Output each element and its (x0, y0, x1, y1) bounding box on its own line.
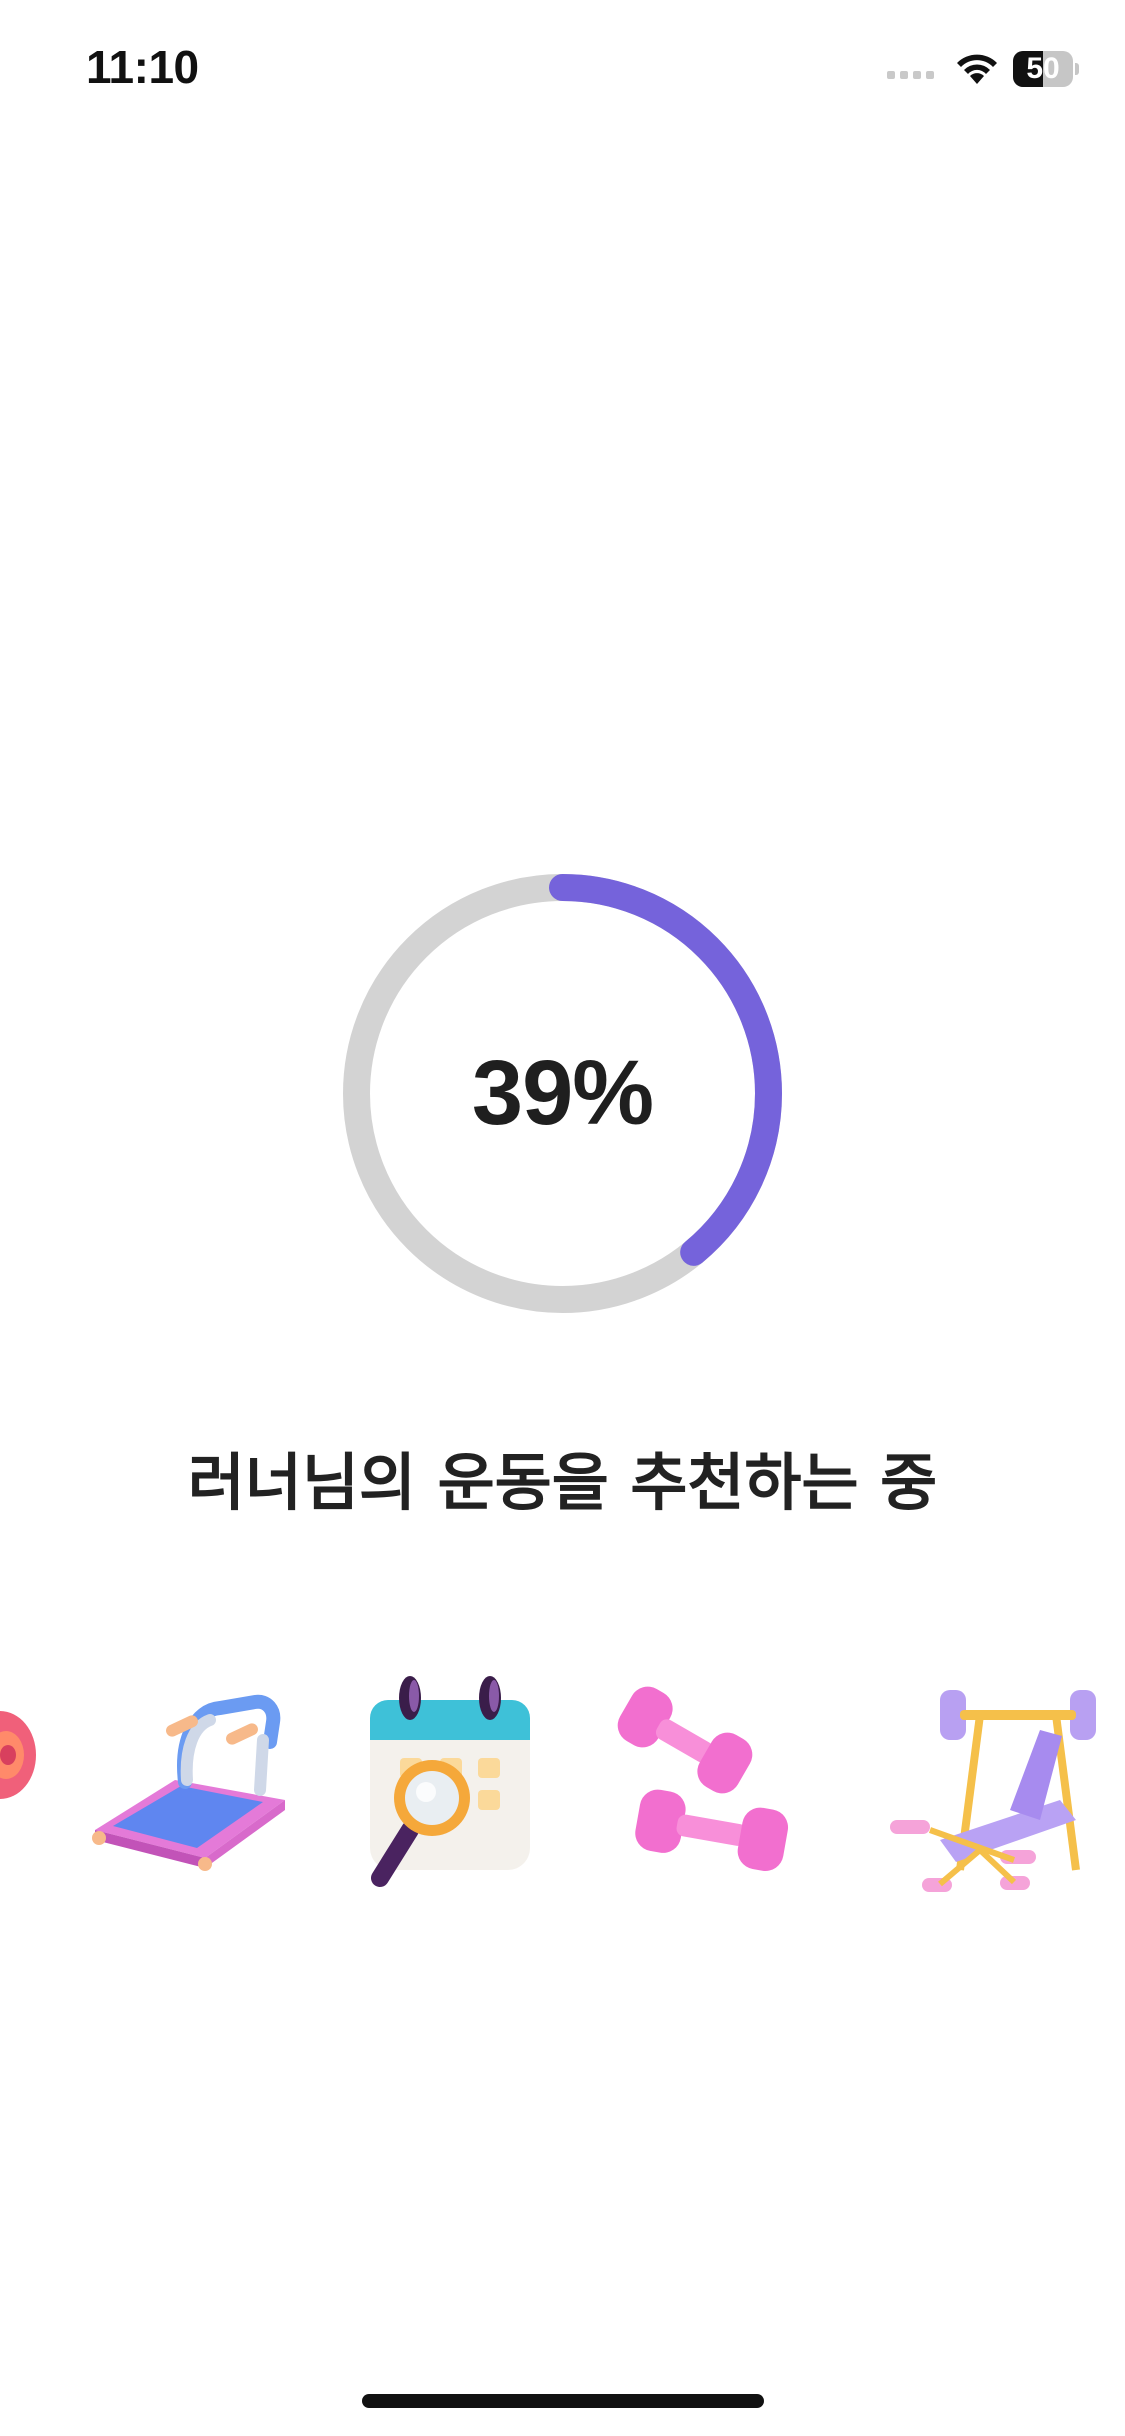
progress-ring: 39% (342, 873, 783, 1314)
treadmill-icon (92, 1694, 285, 1871)
progress-percent: 39% (471, 1042, 654, 1144)
status-bar: 11:10 50 (0, 0, 1125, 140)
loading-message: 러너님의 운동을 추천하는 중 (187, 1446, 938, 1519)
status-time: 11:10 (86, 41, 199, 93)
cellular-signal-icon (887, 59, 939, 79)
dumbbells-icon (617, 1686, 789, 1871)
status-icons: 50 (887, 48, 1079, 90)
partial-equipment-icon (0, 1711, 36, 1799)
calendar-search-icon (370, 1676, 530, 1887)
battery-icon: 50 (1013, 51, 1079, 87)
equipment-carousel (0, 1640, 1125, 1930)
bench-press-icon (890, 1690, 1096, 1892)
home-indicator[interactable] (362, 2394, 764, 2408)
battery-level: 50 (1026, 52, 1060, 85)
wifi-icon (957, 54, 997, 84)
